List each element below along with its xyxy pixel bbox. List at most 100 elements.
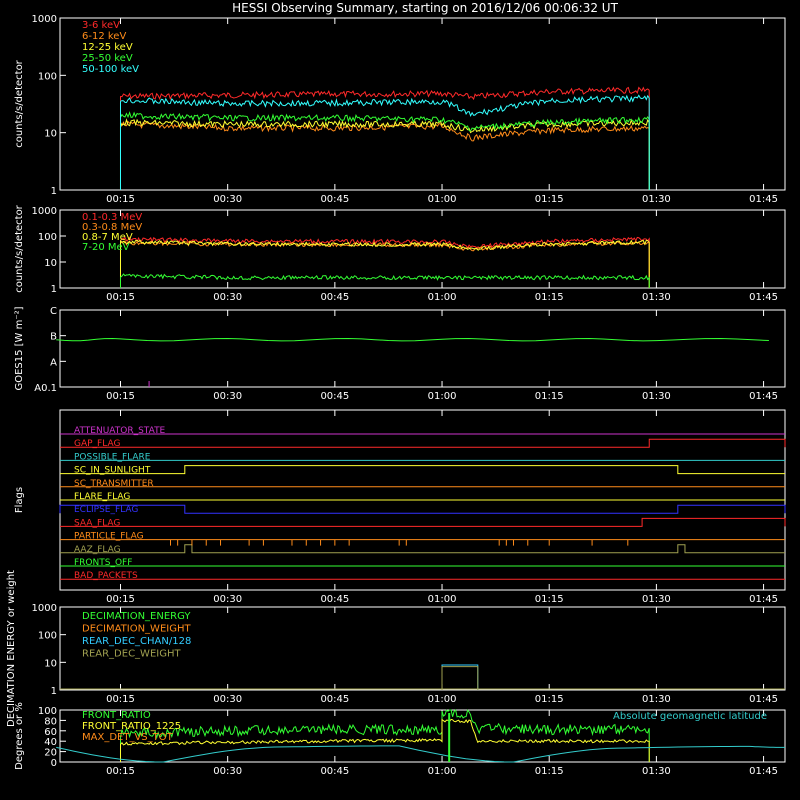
y-tick-label: 100	[38, 232, 57, 243]
x-tick-label: 00:30	[213, 594, 242, 605]
legend-entry: DECIMATION_ENERGY	[82, 611, 191, 622]
series-line	[441, 664, 479, 690]
y-axis-label: counts/s/detector	[14, 204, 25, 292]
legend-entry: FRONT_RATIO_1225	[82, 721, 181, 732]
x-tick-label: 01:15	[535, 194, 564, 205]
legend-entry: 6-12 keV	[82, 31, 126, 42]
x-tick-label: 00:30	[213, 292, 242, 303]
x-tick-label: 01:00	[428, 694, 457, 705]
x-tick-label: 01:45	[749, 766, 778, 777]
x-tick-label: 01:00	[428, 391, 457, 402]
y-tick-label: 10	[44, 258, 57, 269]
x-tick-label: 01:45	[749, 694, 778, 705]
x-tick-label: 00:45	[320, 292, 349, 303]
x-tick-label: 01:30	[642, 694, 671, 705]
x-tick-label: 00:30	[213, 766, 242, 777]
x-tick-label: 01:30	[642, 594, 671, 605]
x-tick-label: 01:00	[428, 766, 457, 777]
flag-label: SC_TRANSMITTER	[74, 479, 154, 489]
y-axis-label: Flags	[14, 487, 25, 513]
x-tick-label: 00:30	[213, 694, 242, 705]
panel-frame	[59, 309, 786, 388]
y-tick-label: 1	[51, 284, 57, 295]
flag-line	[60, 517, 786, 527]
flag-label: FLARE_FLAG	[74, 492, 130, 502]
y-tick-label: 1	[51, 686, 57, 697]
x-tick-label: 00:45	[320, 594, 349, 605]
flag-label: ECLIPSE_FLAG	[74, 505, 138, 515]
flag-label: SAA_FLAG	[74, 518, 120, 528]
x-tick-label: 01:15	[535, 391, 564, 402]
x-tick-label: 00:30	[213, 391, 242, 402]
y-tick-label: 10	[44, 129, 57, 140]
flag-line	[59, 504, 786, 514]
y-tick-label: 1000	[32, 603, 57, 614]
x-tick-label: 01:30	[642, 194, 671, 205]
flag-line	[60, 544, 785, 554]
series-line	[119, 273, 650, 289]
flag-label: ATTENUATOR_STATE	[74, 426, 166, 436]
flag-label: POSSIBLE_FLARE	[74, 452, 151, 462]
x-tick-label: 00:45	[320, 391, 349, 402]
flag-label: PARTICLE_FLAG	[74, 532, 144, 542]
flag-label: FRONTS_OFF	[74, 558, 132, 568]
x-tick-label: 00:15	[106, 391, 135, 402]
x-tick-label: 00:45	[320, 694, 349, 705]
y-tick-label: A	[50, 357, 57, 368]
y-tick-label: 1000	[32, 14, 57, 25]
x-tick-label: 00:45	[320, 766, 349, 777]
series-line	[56, 337, 769, 342]
series-line	[441, 666, 479, 690]
flag-label: AAZ_FLAG	[74, 545, 121, 555]
flag-label: GAP_FLAG	[74, 439, 120, 449]
series-line	[119, 94, 650, 191]
x-tick-label: 01:00	[428, 594, 457, 605]
y-tick-label: 100	[38, 71, 57, 82]
y-tick-label: 20	[44, 748, 57, 759]
x-tick-label: 01:15	[535, 694, 564, 705]
y-tick-label: A0.1	[34, 383, 57, 394]
series-line	[119, 120, 650, 191]
y-tick-label: 1000	[32, 206, 57, 217]
flag-line	[60, 465, 785, 475]
x-tick-label: 01:00	[428, 194, 457, 205]
y-tick-label: B	[50, 332, 57, 343]
legend-entry: 50-100 keV	[82, 64, 139, 75]
y-axis-label: GOES15 [W m⁻²]	[14, 306, 25, 390]
legend-entry: 7-20 MeV	[82, 242, 130, 253]
legend-entry: REAR_DEC_WEIGHT	[82, 649, 181, 660]
x-tick-label: 01:15	[535, 292, 564, 303]
series-line	[119, 239, 650, 289]
y-tick-label: 100	[38, 706, 57, 717]
x-tick-label: 01:15	[535, 594, 564, 605]
x-tick-label: 00:15	[106, 766, 135, 777]
x-tick-label: 00:15	[106, 694, 135, 705]
y-tick-label: 80	[44, 716, 57, 727]
x-tick-label: 00:15	[106, 194, 135, 205]
x-tick-label: 00:15	[106, 292, 135, 303]
flag-line	[60, 438, 786, 448]
y-tick-label: 1	[51, 186, 57, 197]
observing-summary-chart: HESSI Observing Summary, starting on 201…	[6, 1, 786, 777]
legend-entry: 12-25 keV	[82, 42, 133, 53]
y-tick-label: 10	[44, 658, 57, 669]
legend-entry: MAX_DET_VS_TOT	[82, 732, 174, 743]
panels-layer: 00:15 00:30 00:45 01:00 01:15 01:30 01:45 count…	[6, 14, 786, 777]
x-tick-label: 01:15	[535, 766, 564, 777]
y-tick-label: 100	[38, 631, 57, 642]
x-tick-label: 01:00	[428, 292, 457, 303]
y-axis-label: counts/s/detector	[14, 59, 25, 147]
y-tick-label: 0	[51, 758, 57, 769]
x-tick-label: 00:30	[213, 194, 242, 205]
x-tick-label: 01:30	[642, 766, 671, 777]
y-tick-label: C	[50, 306, 57, 317]
x-tick-label: 01:45	[749, 391, 778, 402]
legend-entry: DECIMATION_WEIGHT	[82, 624, 191, 635]
flag-label: BAD_PACKETS	[74, 571, 138, 581]
y-tick-label: 60	[44, 727, 57, 738]
x-tick-label: 00:45	[320, 194, 349, 205]
legend-entry: FRONT_RATIO	[82, 710, 151, 721]
series-line	[119, 709, 650, 763]
legend-entry: 25-50 keV	[82, 53, 133, 64]
legend-entry: Absolute geomagnetic latitude	[613, 711, 767, 722]
